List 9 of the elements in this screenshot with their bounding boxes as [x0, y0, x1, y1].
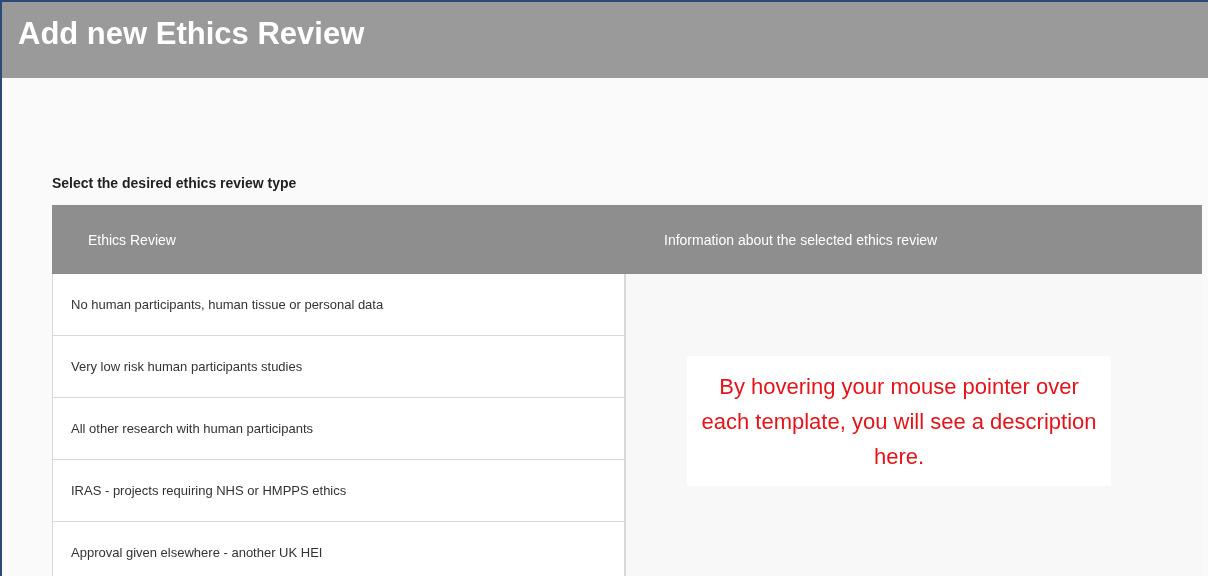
page-title: Add new Ethics Review: [18, 16, 365, 52]
review-type-option[interactable]: No human participants, human tissue or personal data: [52, 274, 624, 336]
column-header: Ethics Review: [52, 205, 626, 274]
info-description: By hovering your mouse pointer over each template, you will see a description here.: [687, 356, 1111, 486]
review-type-option[interactable]: Very low risk human participants studies: [52, 336, 624, 398]
column-header: Information about the selected ethics review: [626, 205, 1202, 274]
review-type-option[interactable]: All other research with human participants: [52, 398, 624, 460]
prompt-label: Select the desired ethics review type: [52, 175, 297, 191]
review-type-option[interactable]: IRAS - projects requiring NHS or HMPPS ethics: [52, 460, 624, 522]
